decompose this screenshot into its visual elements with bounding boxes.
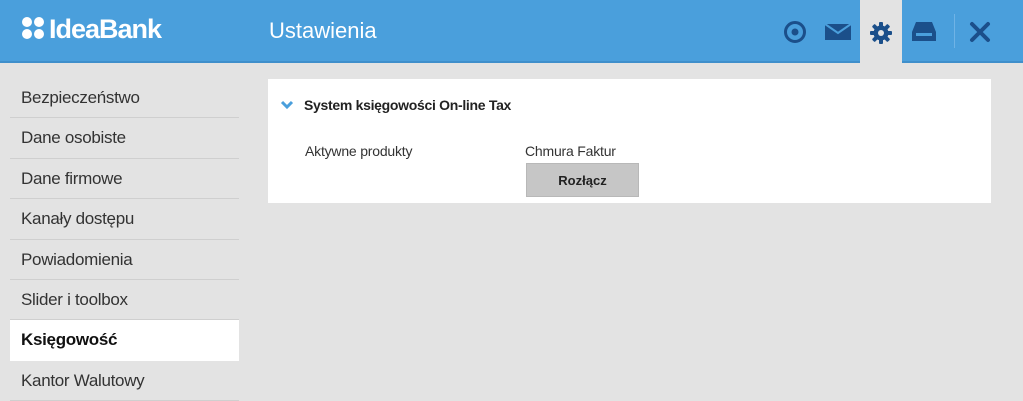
sidebar-item-currency-exchange[interactable]: Kantor Walutowy [10, 361, 239, 401]
active-products-value: Chmura Faktur [525, 143, 616, 159]
page-title: Ustawienia [269, 18, 377, 43]
logo-dots-icon [22, 17, 46, 41]
target-icon[interactable] [775, 0, 815, 63]
active-products-label: Aktywne produkty [305, 143, 413, 159]
sidebar-item-company-data[interactable]: Dane firmowe [10, 159, 239, 200]
sidebar-item-notifications[interactable]: Powiadomienia [10, 240, 239, 280]
header-divider [954, 14, 955, 48]
close-icon[interactable] [960, 0, 1000, 63]
disconnect-button[interactable]: Rozłącz [526, 163, 639, 197]
accounting-panel: System księgowości On-line Tax Aktywne p… [268, 79, 991, 203]
top-header: IdeaBank Ustawienia [0, 0, 1023, 65]
panel-title: System księgowości On-line Tax [304, 97, 512, 113]
logo-text: IdeaBank [49, 13, 162, 44]
chevron-down-icon [280, 100, 294, 110]
mail-icon[interactable] [818, 0, 858, 63]
panel-header[interactable]: System księgowości On-line Tax [280, 97, 511, 113]
sidebar-item-slider-toolbox[interactable]: Slider i toolbox [10, 280, 239, 321]
sidebar-item-access-channels[interactable]: Kanały dostępu [10, 199, 239, 240]
sidebar-item-personal-data[interactable]: Dane osobiste [10, 118, 239, 159]
gear-icon[interactable] [860, 0, 902, 65]
sidebar-item-security[interactable]: Bezpieczeństwo [10, 78, 239, 119]
inbox-icon[interactable] [904, 0, 944, 63]
settings-sidebar: Bezpieczeństwo Dane osobiste Dane firmow… [10, 78, 239, 401]
idea-bank-logo[interactable]: IdeaBank [22, 13, 162, 45]
sidebar-item-accounting[interactable]: Księgowość [10, 320, 239, 361]
